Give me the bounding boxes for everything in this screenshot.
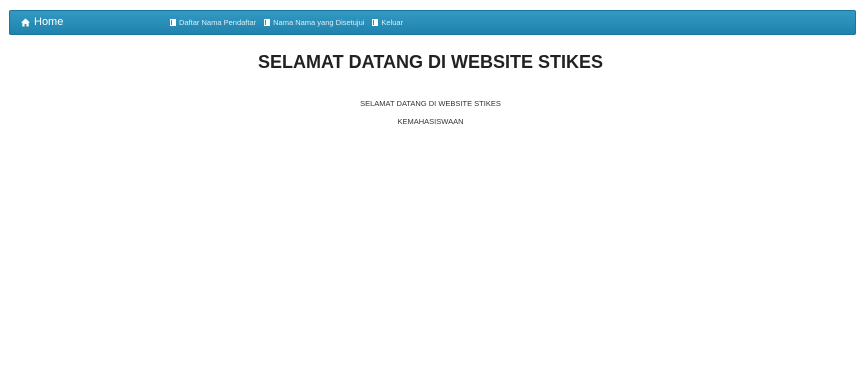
page-title: SELAMAT DATANG DI WEBSITE STIKES [258,52,603,72]
book-icon [264,19,271,26]
nav-item-nama-nama-yang-disetujui[interactable]: Nama Nama yang Disetujui [264,18,364,27]
home-link[interactable]: Home [21,16,63,28]
nav-item-daftar-nama-pendaftar[interactable]: Daftar Nama Pendaftar [170,18,256,27]
nav-item-keluar[interactable]: Keluar [372,18,403,27]
top-navbar: Home Daftar Nama Pendaftar Nama Nama yan… [9,10,856,35]
home-label: Home [34,16,64,28]
nav-item-label: Nama Nama yang Disetujui [273,18,365,27]
nav-item-label: Keluar [381,18,404,27]
welcome-text: SELAMAT DATANG DI WEBSITE STIKES [360,99,501,108]
nav-menu: Daftar Nama Pendaftar Nama Nama yang Dis… [170,18,411,27]
book-icon [170,19,176,26]
home-icon [21,17,30,27]
department-text: KEMAHASISWAAN [397,117,464,126]
book-icon [372,19,379,26]
nav-item-label: Daftar Nama Pendaftar [179,18,257,27]
